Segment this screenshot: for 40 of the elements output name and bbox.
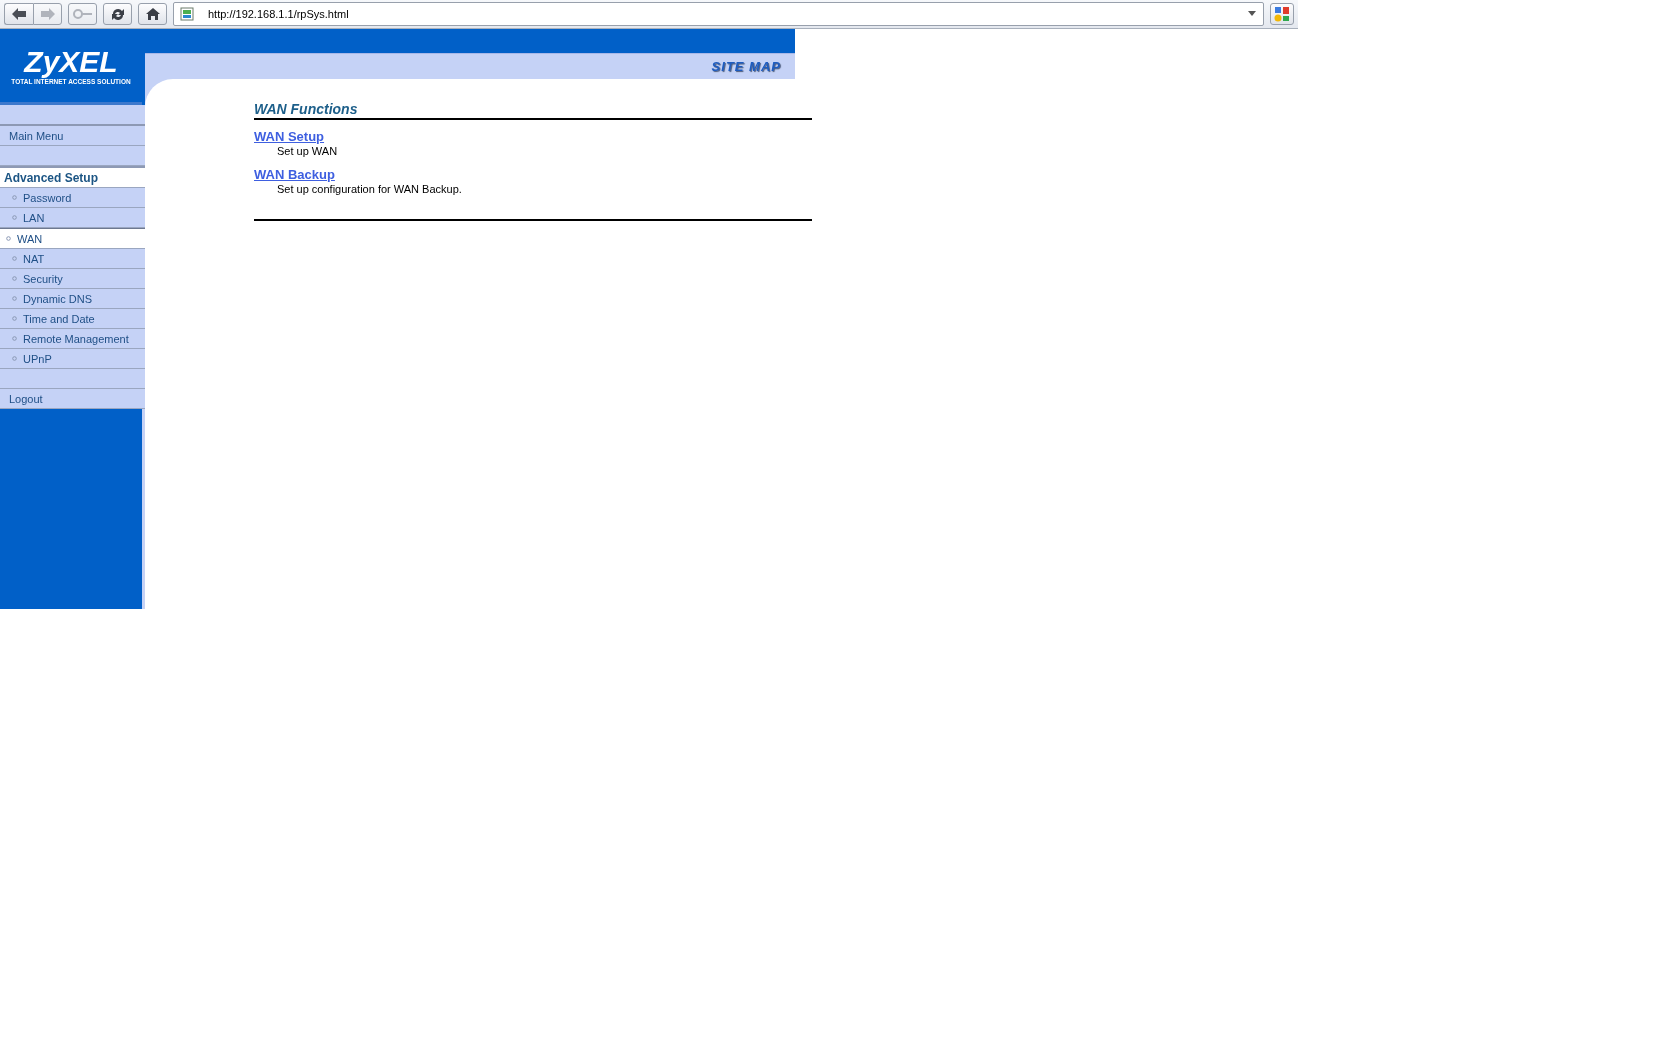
menu-item[interactable]: NAT: [0, 249, 145, 269]
bullet-icon: [6, 236, 11, 241]
key-icon: [72, 8, 93, 20]
menu-item[interactable]: Time and Date: [0, 309, 145, 329]
section-header: Advanced Setup: [0, 166, 145, 188]
section-heading: WAN Functions: [254, 101, 812, 120]
function-link[interactable]: WAN Backup: [254, 167, 335, 182]
menu-item[interactable]: Logout: [0, 389, 145, 409]
menu-item[interactable]: LAN: [0, 208, 145, 228]
bullet-icon: [12, 215, 17, 220]
reload-icon: [109, 6, 126, 22]
reload-button[interactable]: [103, 3, 132, 25]
function-link[interactable]: WAN Setup: [254, 129, 325, 144]
bullet-icon: [12, 256, 17, 261]
home-icon: [144, 7, 161, 21]
page-title: SITE MAP: [711, 59, 781, 74]
blocks-button[interactable]: [1270, 3, 1294, 25]
home-button[interactable]: [138, 3, 167, 25]
menu-item[interactable]: Main Menu: [0, 126, 145, 146]
menu-item[interactable]: Security: [0, 269, 145, 289]
menu-item[interactable]: Dynamic DNS: [0, 289, 145, 309]
menu-item[interactable]: UPnP: [0, 349, 145, 369]
bullet-icon: [12, 316, 17, 321]
menu-item[interactable]: Remote Management: [0, 329, 145, 349]
page-icon: [180, 7, 194, 21]
bullet-icon: [12, 296, 17, 301]
address-field[interactable]: http://192.168.1.1/rpSys.html: [173, 2, 1264, 26]
bullet-icon: [12, 356, 17, 361]
arrow-left-icon: [11, 7, 27, 21]
bullet-icon: [12, 336, 17, 341]
dropdown-icon[interactable]: [1247, 11, 1257, 17]
back-button[interactable]: [4, 3, 33, 25]
function-description: Set up configuration for WAN Backup.: [276, 183, 463, 195]
function-description: Set up WAN: [276, 145, 339, 157]
menu-item[interactable]: WAN: [0, 228, 145, 249]
bullet-icon: [12, 276, 17, 281]
bullet-icon: [12, 195, 17, 200]
logo-wordmark: ZyXEL: [24, 46, 118, 78]
arrow-right-icon: [39, 7, 56, 21]
menu-item[interactable]: Password: [0, 188, 145, 208]
